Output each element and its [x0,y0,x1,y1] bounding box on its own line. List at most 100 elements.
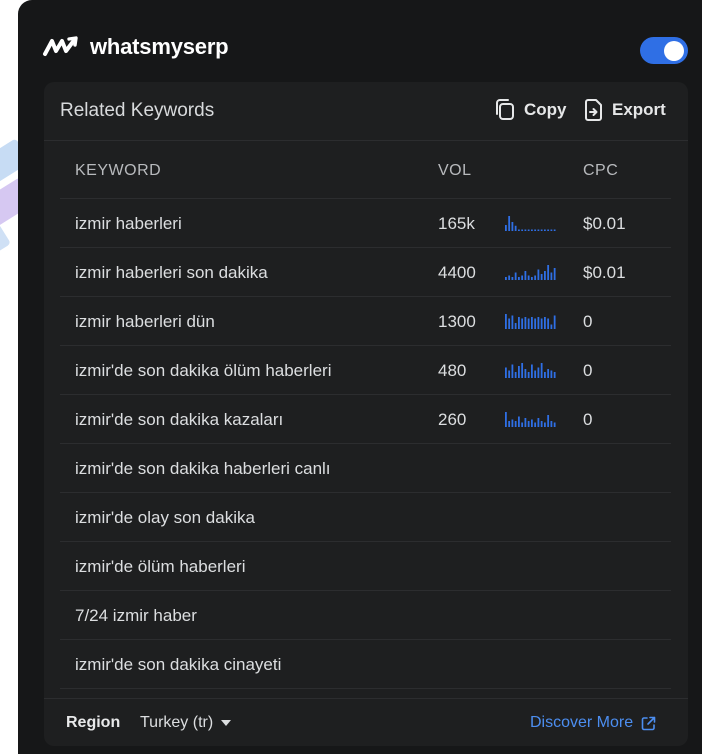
volume-cell: 260 [438,410,467,429]
trend-bar [531,419,533,427]
table-row[interactable]: izmir'de ölüm haberleri [60,542,671,591]
trend-bar [508,275,511,280]
trend-bar [534,275,537,280]
trend-bar [550,272,553,280]
keyword-cell[interactable]: izmir'de son dakika cinayeti [75,655,281,675]
keyword-cell[interactable]: izmir'de son dakika ölüm haberleri [75,361,331,381]
trend-bar [521,363,524,378]
trend-bar [544,271,546,280]
discover-more-link[interactable]: Discover More [530,714,656,732]
trend-bar [531,229,533,231]
caret-down-icon [221,720,232,726]
keyword-cell[interactable]: izmir haberleri dün [75,312,215,332]
trend-bar [508,370,511,378]
trend-bar [527,372,530,378]
trend-bar [527,229,530,231]
trend-sparkline [505,216,556,231]
card-footer: Region Turkey (tr) Discover More [44,698,688,746]
trend-bar [527,421,530,427]
region-label: Region [66,714,121,731]
table-row[interactable]: izmir'de olay son dakika [60,493,671,542]
extension-panel: whatsmyserp Related Keywords Copy Export [18,0,702,754]
region-value: Turkey (tr) [140,714,214,731]
trend-bar [511,315,514,329]
volume-cell: 480 [438,361,467,380]
trend-bar [537,317,540,329]
trend-bar [524,369,527,378]
cpc-cell: $0.01 [583,263,626,282]
trend-bar [505,225,507,231]
export-label: Export [612,100,666,119]
trend-bar [508,216,511,231]
trend-bar [505,367,507,378]
trend-bar [537,418,540,427]
trend-bar [544,229,546,231]
copy-label: Copy [524,100,567,119]
table-row[interactable]: izmir'de son dakika cinayeti [60,640,671,689]
table-row[interactable]: izmir'de son dakika haberleri canlı [60,444,671,493]
header-keyword[interactable]: KEYWORD [75,162,161,180]
keyword-cell[interactable]: izmir'de son dakika kazaları [75,410,283,430]
external-link-icon [641,716,656,730]
trend-sparkline [505,314,556,329]
trend-bar [550,229,553,231]
volume-cell: 165k [438,214,475,233]
trend-bar [540,274,543,280]
trend-bar [514,225,517,231]
toggle-knob [664,40,684,61]
table-row[interactable]: izmir haberleri son dakika 4400 $0.01 [60,248,671,297]
keywords-table: KEYWORD VOL CPC izmir haberleri 165k $0.… [60,140,671,689]
extension-toggle[interactable] [640,37,688,64]
trend-bar [540,421,543,427]
copy-icon [496,99,514,120]
trend-bar [518,229,520,231]
table-row[interactable]: izmir haberleri 165k $0.01 [60,199,671,248]
trend-bar [524,317,527,329]
trend-bar [514,272,517,280]
trend-sparkline [505,412,556,427]
copy-button[interactable]: Copy [494,98,567,122]
trend-sparkline [505,363,556,378]
brand-logo[interactable]: whatsmyserp [42,34,229,60]
keyword-cell[interactable]: izmir'de olay son dakika [75,508,255,528]
discover-more-label: Discover More [530,714,634,731]
header-vol[interactable]: VOL [438,162,472,180]
table-row[interactable]: izmir'de son dakika kazaları 260 0 [60,395,671,444]
trend-bar [511,277,514,280]
keyword-cell[interactable]: izmir haberleri son dakika [75,263,268,283]
trend-bar [524,418,527,427]
brand-wave-icon [43,36,78,56]
table-row[interactable]: 7/24 izmir haber [60,591,671,640]
trend-bar [531,277,533,280]
trend-bar [521,318,524,329]
trend-bar [524,229,527,231]
keyword-cell[interactable]: izmir haberleri [75,214,182,234]
card-header: Related Keywords Copy Export [44,82,688,141]
keyword-cell[interactable]: izmir'de ölüm haberleri [75,557,245,577]
trend-bar [550,421,553,427]
trend-bar [514,323,517,329]
keyword-cell[interactable]: 7/24 izmir haber [75,606,197,626]
trend-bar [511,364,514,378]
keyword-cell[interactable]: izmir'de son dakika haberleri canlı [75,459,331,479]
trend-bar [524,271,527,280]
table-row[interactable]: izmir'de son dakika ölüm haberleri 480 0 [60,346,671,395]
trend-bar [540,363,543,378]
trend-bar [521,229,524,231]
table-row[interactable]: izmir haberleri dün 1300 0 [60,297,671,346]
trend-bar [534,370,537,378]
trend-bar [544,422,546,427]
trend-bar [511,419,514,427]
trend-bar [550,370,553,378]
export-button[interactable]: Export [584,98,666,122]
trend-bar [518,366,520,378]
header-cpc[interactable]: CPC [583,162,618,180]
trend-bar [518,416,520,427]
trend-bar [527,318,530,329]
trend-bar [537,269,540,280]
trend-bar [537,367,540,378]
top-bar: whatsmyserp [18,0,702,82]
trend-bar [547,369,550,378]
trend-bar [544,317,546,329]
region-dropdown[interactable]: Turkey (tr) [140,714,232,732]
